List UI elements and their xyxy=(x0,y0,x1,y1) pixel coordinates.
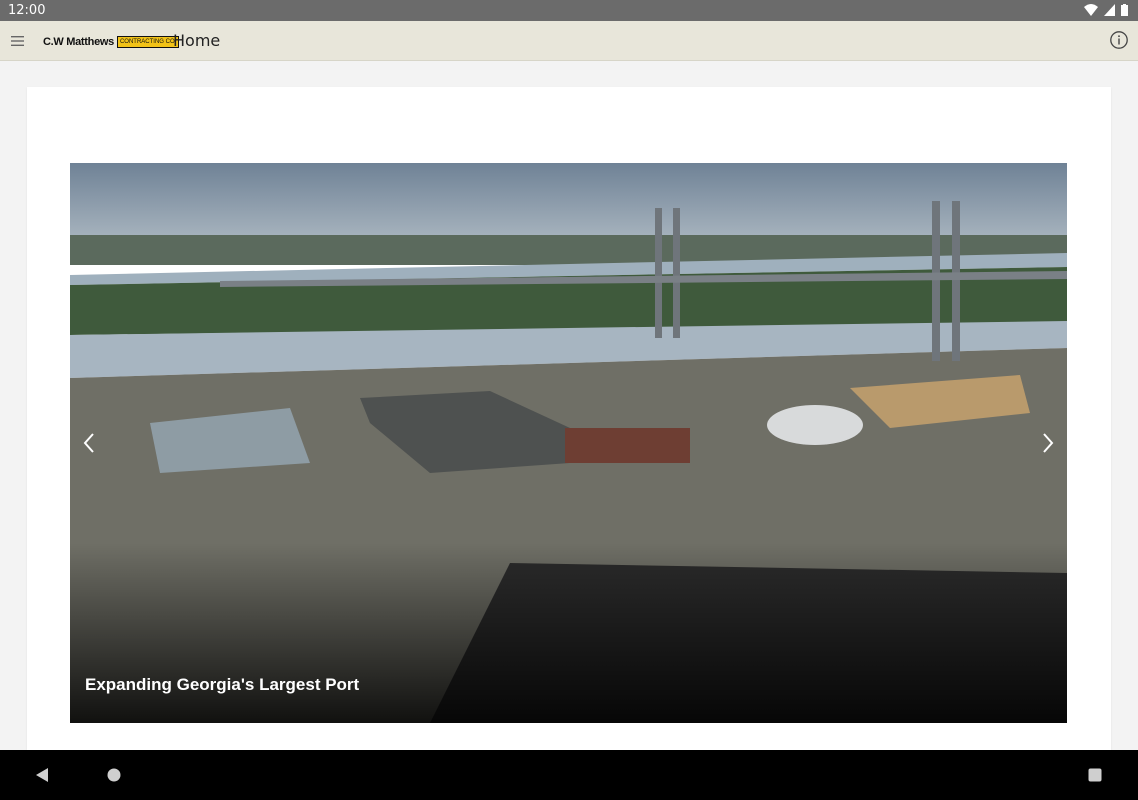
home-icon[interactable] xyxy=(106,767,122,783)
content-card: Expanding Georgia's Largest Port xyxy=(27,87,1111,750)
hamburger-menu-icon[interactable] xyxy=(10,32,28,50)
app-bar: C.W Matthews Contracting Co. Home xyxy=(0,21,1138,61)
recent-apps-icon[interactable] xyxy=(1088,767,1102,783)
wifi-icon xyxy=(1084,4,1098,16)
logo-text: C.W Matthews xyxy=(43,35,114,48)
status-time: 12:00 xyxy=(8,3,46,18)
system-navigation-bar xyxy=(0,750,1138,800)
back-icon[interactable] xyxy=(35,767,49,783)
logo-badge: Contracting Co. xyxy=(116,35,180,48)
info-icon[interactable] xyxy=(1109,30,1129,50)
company-logo: C.W Matthews Contracting Co. xyxy=(43,34,180,49)
page-title: Home xyxy=(173,31,221,50)
status-bar: 12:00 xyxy=(0,0,1138,21)
battery-icon xyxy=(1121,4,1128,16)
image-carousel[interactable]: Expanding Georgia's Largest Port xyxy=(70,163,1067,723)
chevron-left-icon[interactable] xyxy=(78,429,100,457)
carousel-slide-image xyxy=(70,163,1067,723)
cellular-icon xyxy=(1104,4,1115,16)
slide-caption: Expanding Georgia's Largest Port xyxy=(85,675,360,694)
chevron-right-icon[interactable] xyxy=(1037,429,1059,457)
status-icons xyxy=(1084,4,1128,16)
